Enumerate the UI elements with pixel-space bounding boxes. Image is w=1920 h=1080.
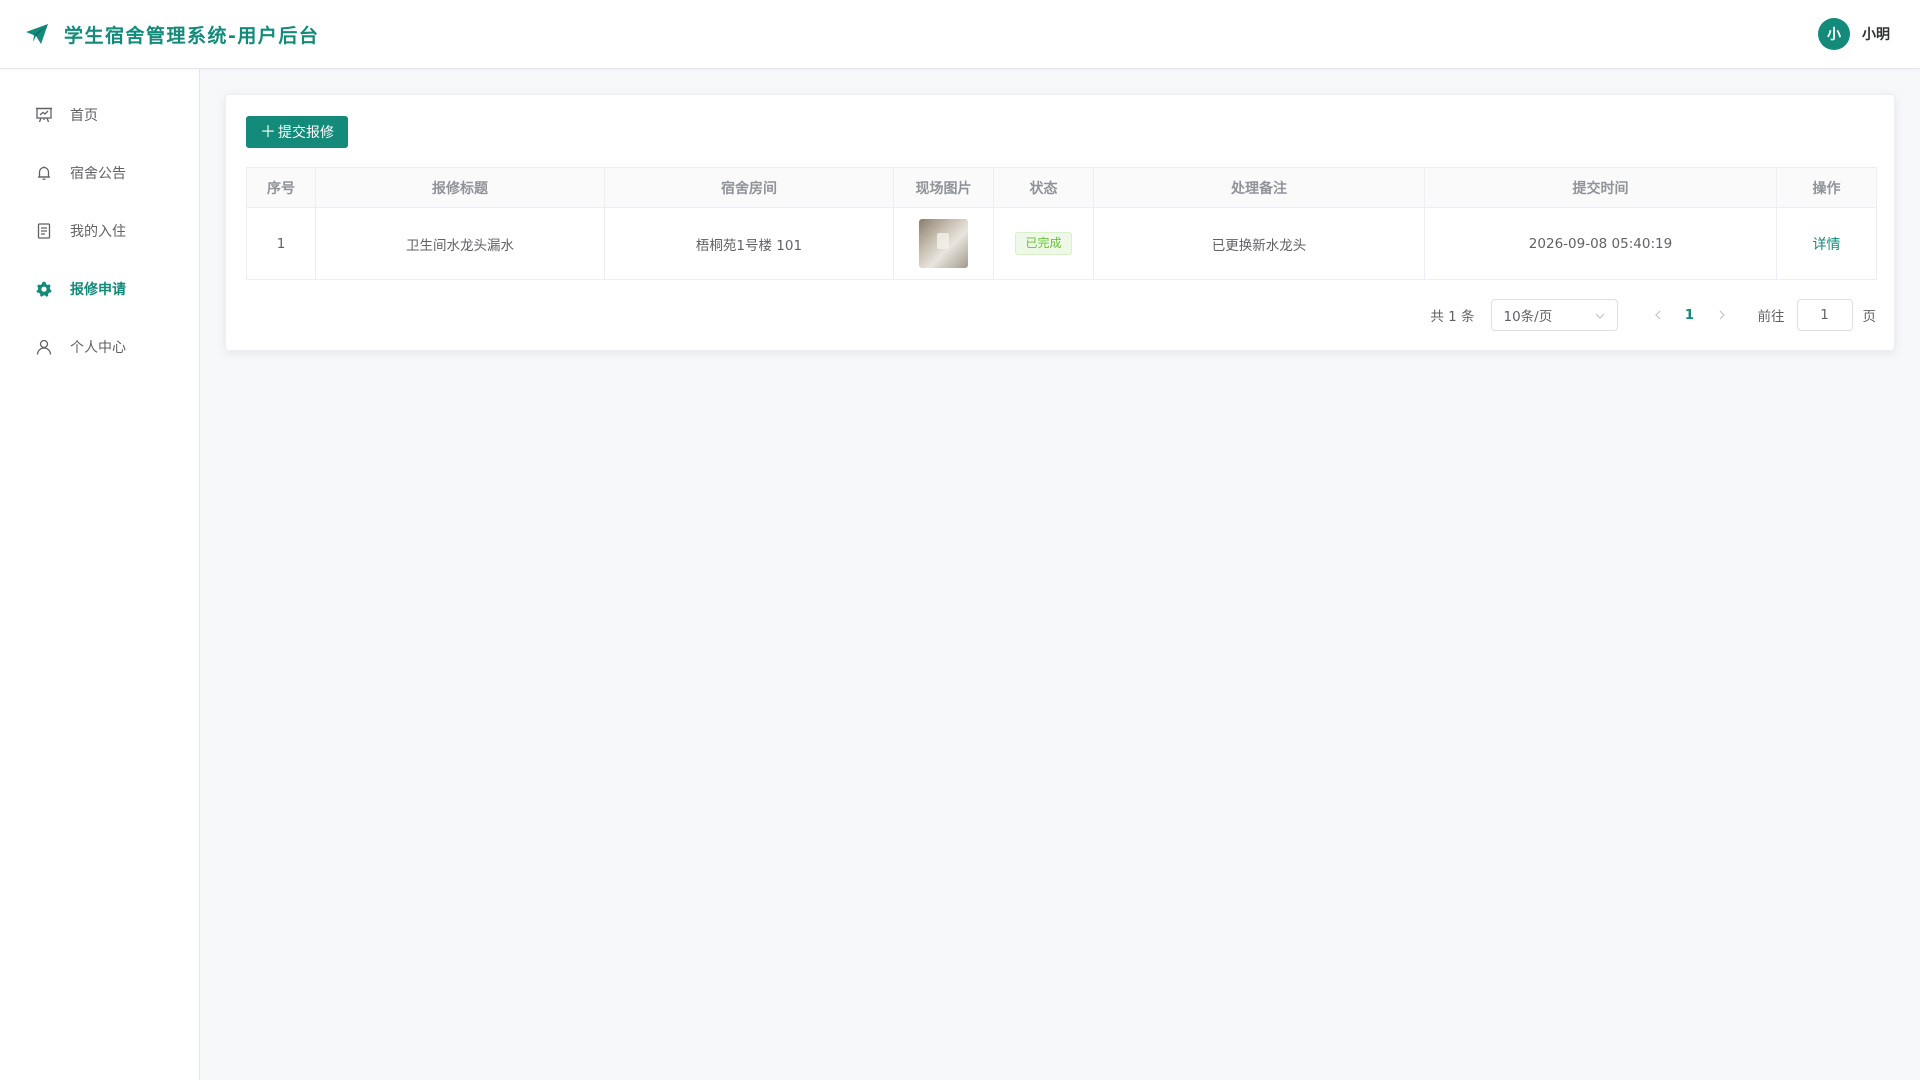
row-photo-cell bbox=[893, 207, 994, 280]
row-action-cell: 详情 bbox=[1776, 207, 1877, 280]
brand: 学生宿舍管理系统-用户后台 bbox=[24, 21, 319, 48]
prev-page-button[interactable] bbox=[1642, 306, 1674, 324]
detail-link[interactable]: 详情 bbox=[1813, 237, 1841, 253]
pagination-total: 共 1 条 bbox=[1430, 309, 1475, 325]
row-submitted-at: 2026-09-08 05:40:19 bbox=[1424, 207, 1777, 280]
table-row: 1 卫生间水龙头漏水 梧桐苑1号楼 101 已完成 已更换新水龙头 2026-0… bbox=[246, 207, 1877, 280]
row-room: 梧桐苑1号楼 101 bbox=[604, 207, 894, 280]
repair-photo-thumbnail[interactable] bbox=[919, 219, 968, 268]
column-header: 状态 bbox=[993, 167, 1094, 208]
page-size-select[interactable]: 10条/页 bbox=[1490, 299, 1618, 331]
plus-icon: ＋ bbox=[259, 122, 276, 141]
bell-icon bbox=[35, 164, 53, 182]
avatar[interactable]: 小 bbox=[1818, 18, 1850, 50]
column-header: 报修标题 bbox=[315, 167, 605, 208]
page-number-current[interactable]: 1 bbox=[1674, 307, 1706, 323]
user-icon bbox=[35, 338, 53, 356]
document-icon bbox=[35, 222, 53, 240]
app-title: 学生宿舍管理系统-用户后台 bbox=[64, 24, 320, 47]
goto-page-input[interactable] bbox=[1796, 299, 1853, 331]
column-header: 现场图片 bbox=[893, 167, 994, 208]
next-page-button[interactable] bbox=[1706, 306, 1738, 324]
sidebar-item-label: 我的入住 bbox=[70, 224, 126, 240]
user-menu[interactable]: 小 小明 bbox=[1818, 18, 1890, 50]
column-header: 序号 bbox=[246, 167, 316, 208]
status-badge: 已完成 bbox=[1015, 232, 1072, 255]
goto-suffix: 页 bbox=[1862, 309, 1877, 325]
row-index: 1 bbox=[246, 207, 316, 280]
row-title: 卫生间水龙头漏水 bbox=[315, 207, 605, 280]
column-header: 宿舍房间 bbox=[604, 167, 894, 208]
sidebar: 首页 宿舍公告 我的入住 报修申请 个人中心 bbox=[0, 69, 200, 1080]
sidebar-item-notices[interactable]: 宿舍公告 bbox=[0, 144, 199, 202]
chevron-down-icon bbox=[1595, 309, 1605, 322]
sidebar-item-label: 个人中心 bbox=[70, 340, 126, 356]
presentation-icon bbox=[35, 106, 53, 124]
column-header: 操作 bbox=[1776, 167, 1877, 208]
pagination: 共 1 条 10条/页 1 前往 页 bbox=[226, 298, 1896, 332]
repair-list-card: ＋ 提交报修 序号 报修标题 宿舍房间 现场图片 状态 处理备注 提交时间 操作 bbox=[225, 94, 1895, 351]
goto-label: 前往 bbox=[1757, 309, 1785, 325]
paper-plane-icon bbox=[24, 21, 50, 47]
sidebar-item-home[interactable]: 首页 bbox=[0, 86, 199, 144]
sidebar-item-label: 报修申请 bbox=[70, 282, 126, 298]
user-name[interactable]: 小明 bbox=[1862, 24, 1890, 44]
row-note: 已更换新水龙头 bbox=[1093, 207, 1425, 280]
repair-table: 序号 报修标题 宿舍房间 现场图片 状态 处理备注 提交时间 操作 1 卫生间水… bbox=[246, 167, 1877, 280]
sidebar-item-checkin[interactable]: 我的入住 bbox=[0, 202, 199, 260]
column-header: 提交时间 bbox=[1424, 167, 1777, 208]
sidebar-item-profile[interactable]: 个人中心 bbox=[0, 318, 199, 376]
top-header: 学生宿舍管理系统-用户后台 小 小明 bbox=[0, 0, 1920, 69]
sidebar-item-repair[interactable]: 报修申请 bbox=[0, 260, 199, 318]
column-header: 处理备注 bbox=[1093, 167, 1425, 208]
sidebar-item-label: 宿舍公告 bbox=[70, 166, 126, 182]
row-status-cell: 已完成 bbox=[993, 207, 1094, 280]
page-size-value: 10条/页 bbox=[1503, 309, 1553, 325]
gear-icon bbox=[35, 280, 53, 298]
submit-repair-label: 提交报修 bbox=[278, 125, 334, 141]
sidebar-item-label: 首页 bbox=[70, 108, 98, 124]
submit-repair-button[interactable]: ＋ 提交报修 bbox=[246, 116, 348, 148]
table-header-row: 序号 报修标题 宿舍房间 现场图片 状态 处理备注 提交时间 操作 bbox=[246, 167, 1877, 208]
